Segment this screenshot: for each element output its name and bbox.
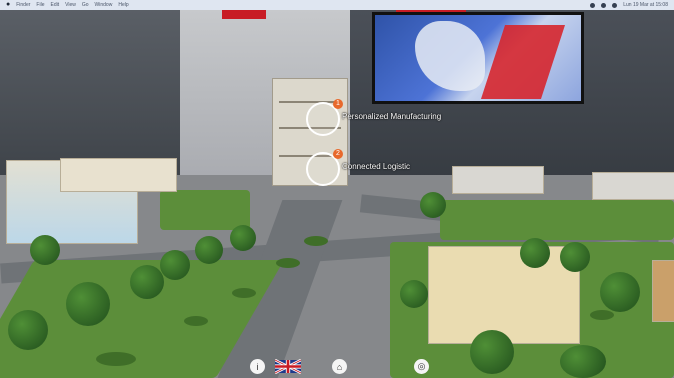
tree (420, 192, 446, 218)
tree (160, 250, 190, 280)
info-button[interactable]: i (250, 359, 265, 374)
menubar-item[interactable]: Edit (50, 0, 59, 10)
home-icon: ⌂ (336, 361, 343, 372)
tree (400, 280, 428, 308)
wifi-icon[interactable] (601, 2, 607, 8)
palm-tree (304, 236, 328, 246)
tree (130, 265, 164, 299)
screen-graphic (480, 25, 566, 99)
tower-shelf (279, 101, 341, 103)
warehouse (592, 172, 674, 200)
tree (560, 242, 590, 272)
menubar-status: Lun 19 Mar at 15:08 (590, 0, 668, 10)
tree (195, 236, 223, 264)
tree (520, 238, 550, 268)
menubar-item[interactable]: View (65, 0, 76, 10)
tree (66, 282, 110, 326)
english-flag-icon (275, 359, 301, 374)
menubar-item[interactable]: Finder (16, 0, 30, 10)
display-screen (372, 12, 584, 104)
hotspot-label[interactable]: Personalized Manufacturing (342, 112, 441, 121)
palm-tree (590, 310, 614, 320)
hotspot-label[interactable]: Connected Logistic (342, 162, 410, 171)
green-area (160, 190, 250, 230)
menubar-item[interactable]: Go (82, 0, 89, 10)
palm-tree (276, 258, 300, 268)
tree (230, 225, 256, 251)
vr-mode-button[interactable]: ◎ (414, 359, 429, 374)
virtual-tour-viewer: ● Finder File Edit View Go Window Help L… (0, 0, 674, 378)
villa-building (428, 246, 580, 344)
vr-headset-icon: ◎ (417, 361, 426, 371)
palm-tree (184, 316, 208, 326)
screen-graphic (415, 21, 485, 91)
status-icon[interactable] (590, 2, 596, 8)
panorama-scene[interactable]: 1 Personalized Manufacturing 2 Connected… (0, 10, 674, 378)
french-language-button[interactable] (380, 359, 402, 374)
menubar-item[interactable]: Help (118, 0, 128, 10)
menubar-item[interactable]: File (36, 0, 44, 10)
english-language-button[interactable] (275, 359, 301, 374)
apple-icon[interactable]: ● (6, 0, 10, 10)
tree (600, 272, 640, 312)
hotspot-badge: 2 (333, 149, 343, 159)
hotspot-personalized-manufacturing[interactable]: 1 (306, 99, 343, 136)
system-menubar: ● Finder File Edit View Go Window Help L… (0, 0, 674, 10)
viewer-controls: i ⌂ ◎ (0, 353, 674, 378)
home-button[interactable]: ⌂ (332, 359, 347, 374)
info-icon: i (256, 361, 259, 372)
green-area (440, 200, 674, 240)
hotspot-connected-logistic[interactable]: 2 (306, 149, 343, 186)
menubar-clock: Lun 19 Mar at 15:08 (623, 2, 668, 8)
office-building (60, 158, 177, 192)
warehouse (452, 166, 544, 194)
home-tab[interactable] (222, 10, 266, 19)
building (652, 260, 674, 322)
tree (30, 235, 60, 265)
tree (8, 310, 48, 350)
hotspot-badge: 1 (333, 99, 343, 109)
palm-tree (232, 288, 256, 298)
menubar-item[interactable]: Window (95, 0, 113, 10)
battery-icon[interactable] (612, 2, 618, 8)
